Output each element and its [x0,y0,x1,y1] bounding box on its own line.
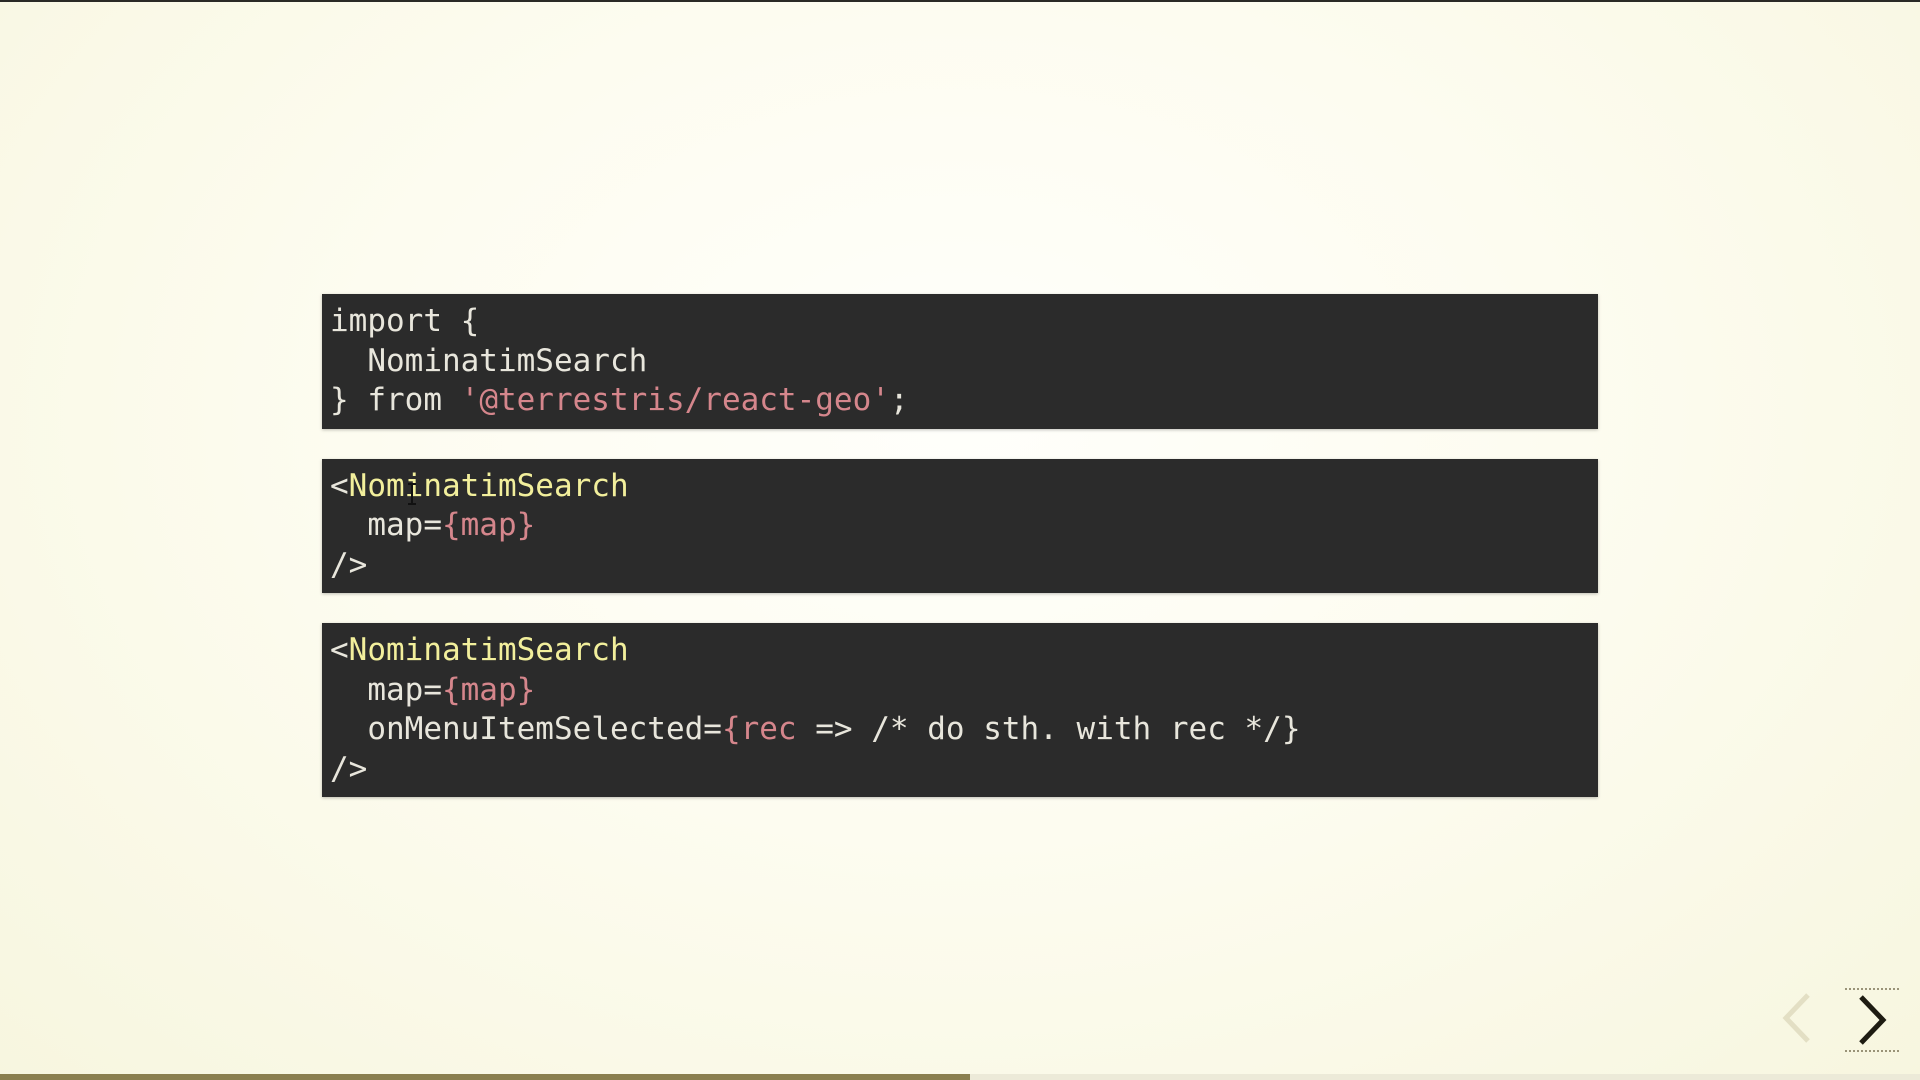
chevron-right-icon [1859,995,1887,1045]
code-token: } from [330,382,461,418]
text-cursor-icon [405,482,419,506]
code-token: /> [330,750,368,787]
code-line: <NominatimSearch [330,467,1590,507]
code-line: import { [330,302,1590,342]
code-block: import { NominatimSearch} from '@terrest… [322,294,1598,429]
code-line: onMenuItemSelected={rec => /* do sth. wi… [330,710,1590,750]
slide-content: import { NominatimSearch} from '@terrest… [322,294,1598,827]
chevron-left-icon [1782,993,1810,1043]
progress-bar-fill [0,1074,970,1080]
code-line: map={map} [330,506,1590,546]
code-line: /> [330,750,1590,790]
code-line: map={map} [330,671,1590,711]
code-token: < [330,632,349,668]
code-token: ; [889,382,909,418]
progress-bar [0,1074,1920,1080]
code-token: NominatimSearch [348,467,629,504]
code-token: {rec [721,711,797,747]
code-token: {map} [441,671,536,708]
top-border [0,0,1920,2]
code-block: <NominatimSearch map={map}/> [322,458,1598,593]
code-line: /> [330,546,1590,586]
code-line: NominatimSearch [330,342,1590,382]
code-token: map= [330,507,442,543]
code-token: map= [330,671,442,708]
next-slide-button[interactable] [1845,988,1899,1052]
code-token: NominatimSearch [330,342,648,379]
code-token: => /* do sth. with rec */} [796,711,1301,747]
code-token: import { [330,303,480,339]
code-token: '@terrestris/react-geo' [460,382,890,418]
code-token: {map} [441,507,536,543]
code-token: /> [330,546,368,583]
code-line: <NominatimSearch [330,631,1590,671]
code-token: onMenuItemSelected= [330,711,722,747]
code-line: } from '@terrestris/react-geo'; [330,381,1590,421]
code-token: NominatimSearch [348,632,629,668]
code-token: < [330,467,349,504]
prev-slide-button[interactable] [1770,988,1824,1048]
code-block: <NominatimSearch map={map} onMenuItemSel… [322,623,1598,797]
